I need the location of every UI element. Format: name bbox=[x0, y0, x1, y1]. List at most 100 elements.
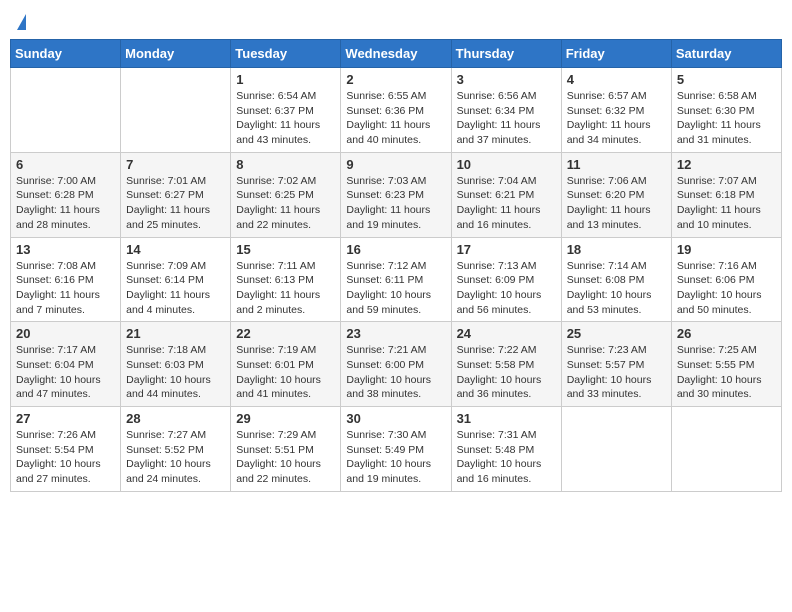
day-cell bbox=[671, 407, 781, 492]
day-info: Sunrise: 6:55 AM Sunset: 6:36 PM Dayligh… bbox=[346, 89, 445, 148]
day-cell: 5 Sunrise: 6:58 AM Sunset: 6:30 PM Daylig… bbox=[671, 68, 781, 153]
day-cell: 15 Sunrise: 7:11 AM Sunset: 6:13 PM Dayli… bbox=[231, 237, 341, 322]
day-cell: 31 Sunrise: 7:31 AM Sunset: 5:48 PM Dayli… bbox=[451, 407, 561, 492]
day-info: Sunrise: 6:57 AM Sunset: 6:32 PM Dayligh… bbox=[567, 89, 666, 148]
day-number: 29 bbox=[236, 411, 335, 426]
day-number: 8 bbox=[236, 157, 335, 172]
day-number: 2 bbox=[346, 72, 445, 87]
day-info: Sunrise: 7:11 AM Sunset: 6:13 PM Dayligh… bbox=[236, 259, 335, 318]
day-number: 28 bbox=[126, 411, 225, 426]
day-number: 10 bbox=[457, 157, 556, 172]
weekday-header-tuesday: Tuesday bbox=[231, 40, 341, 68]
day-cell: 29Sunrise: 7:29 AM Sunset: 5:51 PM Dayli… bbox=[231, 407, 341, 492]
day-number: 3 bbox=[457, 72, 556, 87]
weekday-header-row: SundayMondayTuesdayWednesdayThursdayFrid… bbox=[11, 40, 782, 68]
day-cell: 21Sunrise: 7:18 AM Sunset: 6:03 PM Dayli… bbox=[121, 322, 231, 407]
day-number: 11 bbox=[567, 157, 666, 172]
weekday-header-friday: Friday bbox=[561, 40, 671, 68]
day-cell: 6 Sunrise: 7:00 AM Sunset: 6:28 PM Daylig… bbox=[11, 152, 121, 237]
day-number: 9 bbox=[346, 157, 445, 172]
logo bbox=[14, 14, 26, 31]
weekday-header-sunday: Sunday bbox=[11, 40, 121, 68]
day-info: Sunrise: 7:30 AM Sunset: 5:49 PM Dayligh… bbox=[346, 428, 445, 487]
day-number: 30 bbox=[346, 411, 445, 426]
day-info: Sunrise: 7:01 AM Sunset: 6:27 PM Dayligh… bbox=[126, 174, 225, 233]
calendar-table: SundayMondayTuesdayWednesdayThursdayFrid… bbox=[10, 39, 782, 492]
day-cell: 14 Sunrise: 7:09 AM Sunset: 6:14 PM Dayli… bbox=[121, 237, 231, 322]
day-cell: 7 Sunrise: 7:01 AM Sunset: 6:27 PM Daylig… bbox=[121, 152, 231, 237]
day-info: Sunrise: 7:22 AM Sunset: 5:58 PM Dayligh… bbox=[457, 343, 556, 402]
day-info: Sunrise: 7:19 AM Sunset: 6:01 PM Dayligh… bbox=[236, 343, 335, 402]
day-cell: 2 Sunrise: 6:55 AM Sunset: 6:36 PM Daylig… bbox=[341, 68, 451, 153]
day-info: Sunrise: 7:16 AM Sunset: 6:06 PM Dayligh… bbox=[677, 259, 776, 318]
day-cell: 9 Sunrise: 7:03 AM Sunset: 6:23 PM Daylig… bbox=[341, 152, 451, 237]
day-info: Sunrise: 7:25 AM Sunset: 5:55 PM Dayligh… bbox=[677, 343, 776, 402]
day-info: Sunrise: 7:14 AM Sunset: 6:08 PM Dayligh… bbox=[567, 259, 666, 318]
day-number: 18 bbox=[567, 242, 666, 257]
day-number: 12 bbox=[677, 157, 776, 172]
logo-triangle-icon bbox=[17, 14, 26, 30]
day-info: Sunrise: 7:07 AM Sunset: 6:18 PM Dayligh… bbox=[677, 174, 776, 233]
day-info: Sunrise: 7:08 AM Sunset: 6:16 PM Dayligh… bbox=[16, 259, 115, 318]
day-number: 7 bbox=[126, 157, 225, 172]
day-cell: 11Sunrise: 7:06 AM Sunset: 6:20 PM Dayli… bbox=[561, 152, 671, 237]
day-number: 31 bbox=[457, 411, 556, 426]
day-cell: 26 Sunrise: 7:25 AM Sunset: 5:55 PM Dayli… bbox=[671, 322, 781, 407]
day-number: 1 bbox=[236, 72, 335, 87]
day-number: 17 bbox=[457, 242, 556, 257]
day-cell: 27Sunrise: 7:26 AM Sunset: 5:54 PM Dayli… bbox=[11, 407, 121, 492]
week-row-2: 6 Sunrise: 7:00 AM Sunset: 6:28 PM Daylig… bbox=[11, 152, 782, 237]
day-cell: 20Sunrise: 7:17 AM Sunset: 6:04 PM Dayli… bbox=[11, 322, 121, 407]
day-number: 24 bbox=[457, 326, 556, 341]
day-cell: 8 Sunrise: 7:02 AM Sunset: 6:25 PM Daylig… bbox=[231, 152, 341, 237]
day-cell: 3 Sunrise: 6:56 AM Sunset: 6:34 PM Daylig… bbox=[451, 68, 561, 153]
day-cell: 19Sunrise: 7:16 AM Sunset: 6:06 PM Dayli… bbox=[671, 237, 781, 322]
day-cell: 30 Sunrise: 7:30 AM Sunset: 5:49 PM Dayli… bbox=[341, 407, 451, 492]
day-number: 22 bbox=[236, 326, 335, 341]
day-info: Sunrise: 6:56 AM Sunset: 6:34 PM Dayligh… bbox=[457, 89, 556, 148]
day-cell: 28 Sunrise: 7:27 AM Sunset: 5:52 PM Dayli… bbox=[121, 407, 231, 492]
day-info: Sunrise: 7:02 AM Sunset: 6:25 PM Dayligh… bbox=[236, 174, 335, 233]
day-info: Sunrise: 7:09 AM Sunset: 6:14 PM Dayligh… bbox=[126, 259, 225, 318]
day-info: Sunrise: 7:00 AM Sunset: 6:28 PM Dayligh… bbox=[16, 174, 115, 233]
day-info: Sunrise: 7:23 AM Sunset: 5:57 PM Dayligh… bbox=[567, 343, 666, 402]
day-cell: 13 Sunrise: 7:08 AM Sunset: 6:16 PM Dayli… bbox=[11, 237, 121, 322]
day-number: 6 bbox=[16, 157, 115, 172]
day-info: Sunrise: 6:54 AM Sunset: 6:37 PM Dayligh… bbox=[236, 89, 335, 148]
day-number: 15 bbox=[236, 242, 335, 257]
day-number: 14 bbox=[126, 242, 225, 257]
day-cell bbox=[561, 407, 671, 492]
day-cell: 1 Sunrise: 6:54 AM Sunset: 6:37 PM Daylig… bbox=[231, 68, 341, 153]
day-cell: 18 Sunrise: 7:14 AM Sunset: 6:08 PM Dayli… bbox=[561, 237, 671, 322]
day-info: Sunrise: 7:21 AM Sunset: 6:00 PM Dayligh… bbox=[346, 343, 445, 402]
day-cell: 25 Sunrise: 7:23 AM Sunset: 5:57 PM Dayli… bbox=[561, 322, 671, 407]
day-number: 26 bbox=[677, 326, 776, 341]
weekday-header-monday: Monday bbox=[121, 40, 231, 68]
day-cell: 10Sunrise: 7:04 AM Sunset: 6:21 PM Dayli… bbox=[451, 152, 561, 237]
day-info: Sunrise: 7:13 AM Sunset: 6:09 PM Dayligh… bbox=[457, 259, 556, 318]
weekday-header-wednesday: Wednesday bbox=[341, 40, 451, 68]
day-info: Sunrise: 7:12 AM Sunset: 6:11 PM Dayligh… bbox=[346, 259, 445, 318]
day-number: 13 bbox=[16, 242, 115, 257]
day-info: Sunrise: 7:27 AM Sunset: 5:52 PM Dayligh… bbox=[126, 428, 225, 487]
weekday-header-saturday: Saturday bbox=[671, 40, 781, 68]
day-number: 25 bbox=[567, 326, 666, 341]
day-number: 4 bbox=[567, 72, 666, 87]
day-cell: 12 Sunrise: 7:07 AM Sunset: 6:18 PM Dayli… bbox=[671, 152, 781, 237]
day-cell: 17 Sunrise: 7:13 AM Sunset: 6:09 PM Dayli… bbox=[451, 237, 561, 322]
day-number: 21 bbox=[126, 326, 225, 341]
day-cell: 24 Sunrise: 7:22 AM Sunset: 5:58 PM Dayli… bbox=[451, 322, 561, 407]
week-row-5: 27Sunrise: 7:26 AM Sunset: 5:54 PM Dayli… bbox=[11, 407, 782, 492]
week-row-4: 20Sunrise: 7:17 AM Sunset: 6:04 PM Dayli… bbox=[11, 322, 782, 407]
day-number: 16 bbox=[346, 242, 445, 257]
day-info: Sunrise: 7:03 AM Sunset: 6:23 PM Dayligh… bbox=[346, 174, 445, 233]
day-number: 23 bbox=[346, 326, 445, 341]
day-info: Sunrise: 7:26 AM Sunset: 5:54 PM Dayligh… bbox=[16, 428, 115, 487]
day-info: Sunrise: 6:58 AM Sunset: 6:30 PM Dayligh… bbox=[677, 89, 776, 148]
day-info: Sunrise: 7:31 AM Sunset: 5:48 PM Dayligh… bbox=[457, 428, 556, 487]
day-cell: 22 Sunrise: 7:19 AM Sunset: 6:01 PM Dayli… bbox=[231, 322, 341, 407]
day-cell: 23 Sunrise: 7:21 AM Sunset: 6:00 PM Dayli… bbox=[341, 322, 451, 407]
day-number: 5 bbox=[677, 72, 776, 87]
day-cell: 4 Sunrise: 6:57 AM Sunset: 6:32 PM Daylig… bbox=[561, 68, 671, 153]
day-info: Sunrise: 7:17 AM Sunset: 6:04 PM Dayligh… bbox=[16, 343, 115, 402]
